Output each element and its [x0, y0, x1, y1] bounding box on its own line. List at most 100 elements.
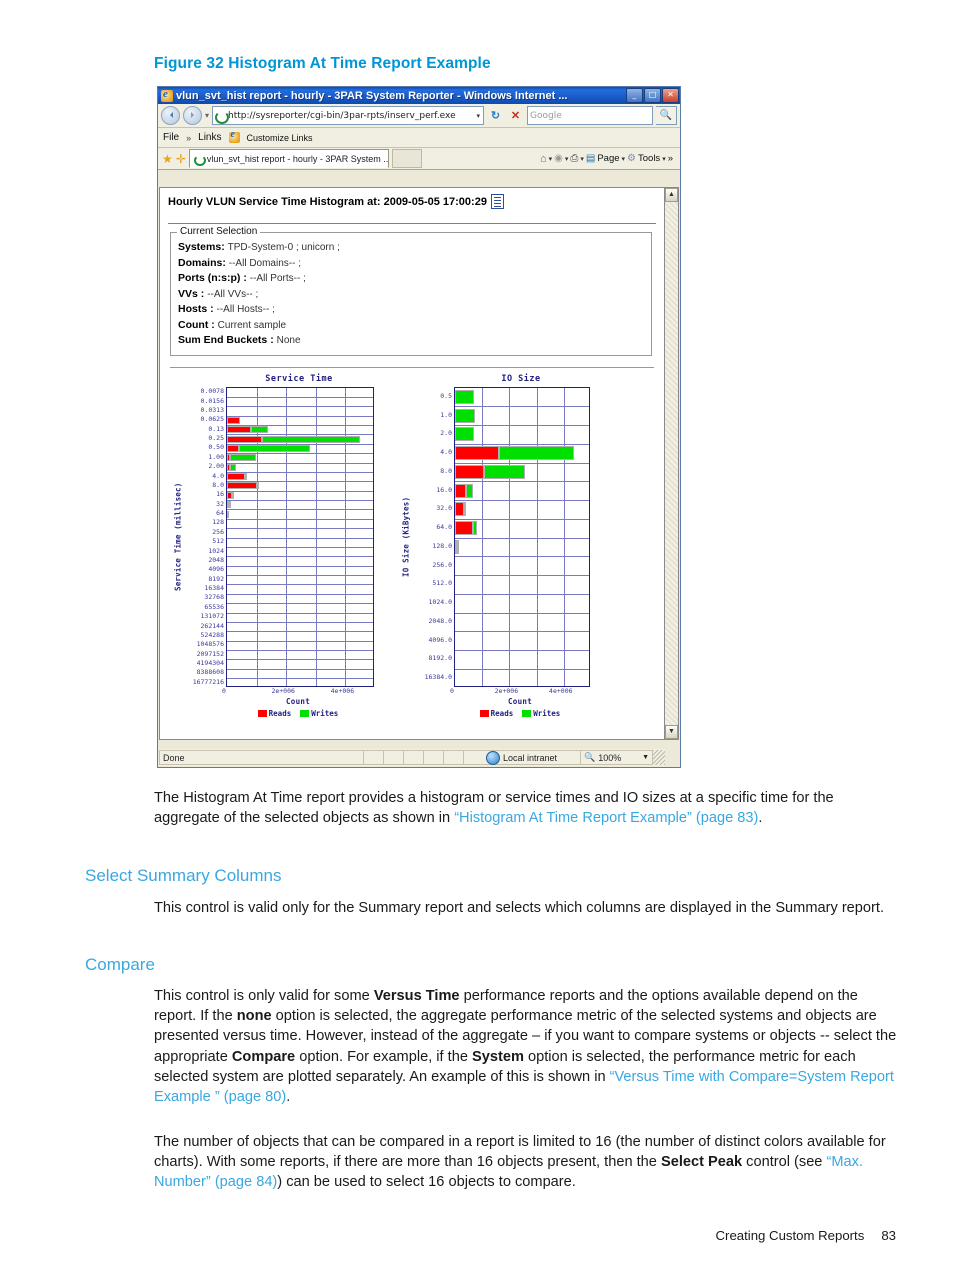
bar-segment-reads	[227, 510, 229, 518]
selection-label: Hosts :	[178, 303, 217, 315]
chart-x-ticks: 0 2e+006 4e+006	[222, 686, 372, 697]
favorites-star-icon[interactable]: ★	[162, 152, 173, 166]
bar-segment-reads	[455, 502, 464, 517]
chart-gridline-horizontal	[227, 490, 373, 492]
scroll-down-button[interactable]: ▼	[665, 725, 678, 739]
tools-menu-button[interactable]: ⚙ Tools ▾	[627, 153, 666, 164]
chart-bar-row	[227, 501, 232, 509]
chart-bar-row	[455, 446, 575, 461]
selection-row: Hosts : --All Hosts-- ;	[178, 302, 651, 318]
y-tick-label: 64	[216, 509, 224, 518]
io-size-chart: IO Size IO Size (KiBytes) 0.5 1.0 2.0 4.0 8.0 1…	[384, 374, 596, 718]
close-button[interactable]: ✕	[662, 88, 679, 103]
y-tick-label: 0.5	[440, 391, 452, 400]
legend-item: Reads	[257, 708, 292, 718]
customize-links-item[interactable]: Customize Links	[247, 133, 313, 143]
y-tick-label: 8388608	[196, 668, 224, 677]
zoom-control[interactable]: 🔍 100% ▼	[581, 750, 653, 765]
bar-segment-writes	[250, 426, 268, 434]
bar-segment-reads	[227, 416, 240, 424]
toolbar-overflow-icon[interactable]: »	[668, 153, 673, 164]
legend-label: Writes	[311, 708, 339, 718]
y-tick-label: 8192	[208, 574, 224, 583]
zoom-dropdown-icon[interactable]: ▼	[642, 754, 652, 761]
browser-titlebar: vlun_svt_hist report - hourly - 3PAR Sys…	[158, 87, 680, 104]
customize-links-icon	[228, 129, 240, 143]
y-tick-label: 128.0	[432, 541, 452, 550]
scroll-up-button[interactable]: ▲	[665, 188, 678, 202]
y-tick-label: 131072	[200, 612, 224, 621]
bar-segment-reads	[227, 482, 257, 490]
feeds-button[interactable]: ◉ ▾	[554, 153, 568, 164]
forward-button[interactable]	[183, 106, 202, 125]
chart-gridline-horizontal	[455, 612, 589, 614]
security-zone[interactable]: Local intranet	[464, 750, 581, 765]
y-tick-label: 16.0	[436, 485, 452, 494]
legend-swatch-writes	[300, 709, 310, 717]
address-bar[interactable]: http://sysreporter/cgi-bin/3par-rpts/ins…	[212, 106, 484, 125]
y-tick-label: 0.0313	[200, 405, 224, 414]
y-tick-label: 4.0	[440, 448, 452, 457]
address-dropdown-icon[interactable]: ▾	[474, 112, 482, 120]
bar-segment-writes	[473, 521, 477, 536]
bar-segment-reads	[227, 473, 246, 481]
figure-caption: Figure 32 Histogram At Time Report Examp…	[154, 55, 491, 72]
selection-label: VVs :	[178, 287, 208, 300]
selection-value: --All Ports-- ;	[249, 273, 306, 284]
y-tick-label: 4.0	[212, 471, 224, 480]
browser-tab[interactable]: vlun_svt_hist report - hourly - 3PAR Sys…	[188, 149, 389, 168]
new-tab-button[interactable]	[391, 149, 422, 168]
chart-bar-row	[455, 539, 459, 554]
internet-explorer-icon	[161, 88, 173, 102]
bar-segment-reads	[455, 521, 474, 536]
zoom-level: 100%	[598, 752, 622, 763]
selection-value: --All Domains-- ;	[228, 257, 301, 269]
chart-gridline-horizontal	[455, 537, 589, 539]
minimize-button[interactable]: _	[626, 88, 643, 103]
bar-segment-writes	[245, 473, 248, 481]
content-vertical-scrollbar[interactable]: ▲ ▼	[664, 187, 679, 740]
chart-legend: Reads Writes	[452, 709, 588, 718]
history-dropdown-icon[interactable]: ▾	[205, 111, 209, 120]
report-heading: Hourly VLUN Service Time Histogram at: 2…	[168, 194, 656, 209]
maximize-button[interactable]: □	[644, 88, 661, 103]
page-footer: Creating Custom Reports 83	[716, 1228, 896, 1243]
print-button[interactable]: ⎙ ▾	[570, 153, 584, 164]
bar-segment-reads	[227, 426, 251, 434]
chart-bar-row	[455, 521, 477, 536]
home-button[interactable]: ⌂ ▾	[540, 153, 552, 165]
y-tick-label: 16	[216, 490, 224, 499]
chart-gridline-horizontal	[455, 518, 589, 520]
page-menu-button[interactable]: ▤ Page ▾	[586, 153, 625, 164]
search-placeholder: Google	[530, 110, 562, 121]
menu-file[interactable]: File	[163, 132, 179, 143]
chart-gridline-horizontal	[227, 518, 373, 520]
stop-icon[interactable]: ✕	[507, 107, 524, 124]
refresh-icon[interactable]: ↻	[487, 107, 504, 124]
y-tick-label: 8.0	[440, 466, 452, 475]
y-tick-label: 16384.0	[424, 673, 452, 682]
x-tick-label: 0	[222, 686, 226, 695]
histogram-charts: Service Time Service Time (millisec) 0.007…	[168, 368, 656, 718]
document-export-icon[interactable]	[490, 194, 504, 209]
x-tick-label: 4e+006	[549, 686, 573, 695]
bar-segment-writes	[465, 483, 474, 498]
resize-grip[interactable]	[653, 750, 665, 765]
search-input[interactable]: Google	[527, 106, 653, 125]
para1-link-histogram-example[interactable]: “Histogram At Time Report Example” (page…	[454, 810, 758, 826]
back-button[interactable]	[161, 106, 180, 125]
links-label: Links	[198, 132, 222, 143]
bar-segment-reads	[455, 446, 500, 461]
chart-gridline-horizontal	[227, 612, 373, 614]
chart-gridline-horizontal	[227, 575, 373, 576]
chart-bar-row	[227, 416, 240, 424]
add-favorite-icon[interactable]: ✛	[176, 152, 186, 166]
x-tick-label: 4e+006	[330, 686, 355, 695]
scroll-track[interactable]	[665, 202, 678, 725]
search-icon[interactable]: 🔍	[656, 106, 677, 125]
y-tick-label: 32	[216, 499, 224, 508]
menu-overflow-icon[interactable]: »	[186, 133, 191, 143]
bar-segment-writes	[484, 464, 526, 479]
legend-label: Reads	[268, 708, 292, 718]
chart-gridline-horizontal	[227, 659, 373, 661]
